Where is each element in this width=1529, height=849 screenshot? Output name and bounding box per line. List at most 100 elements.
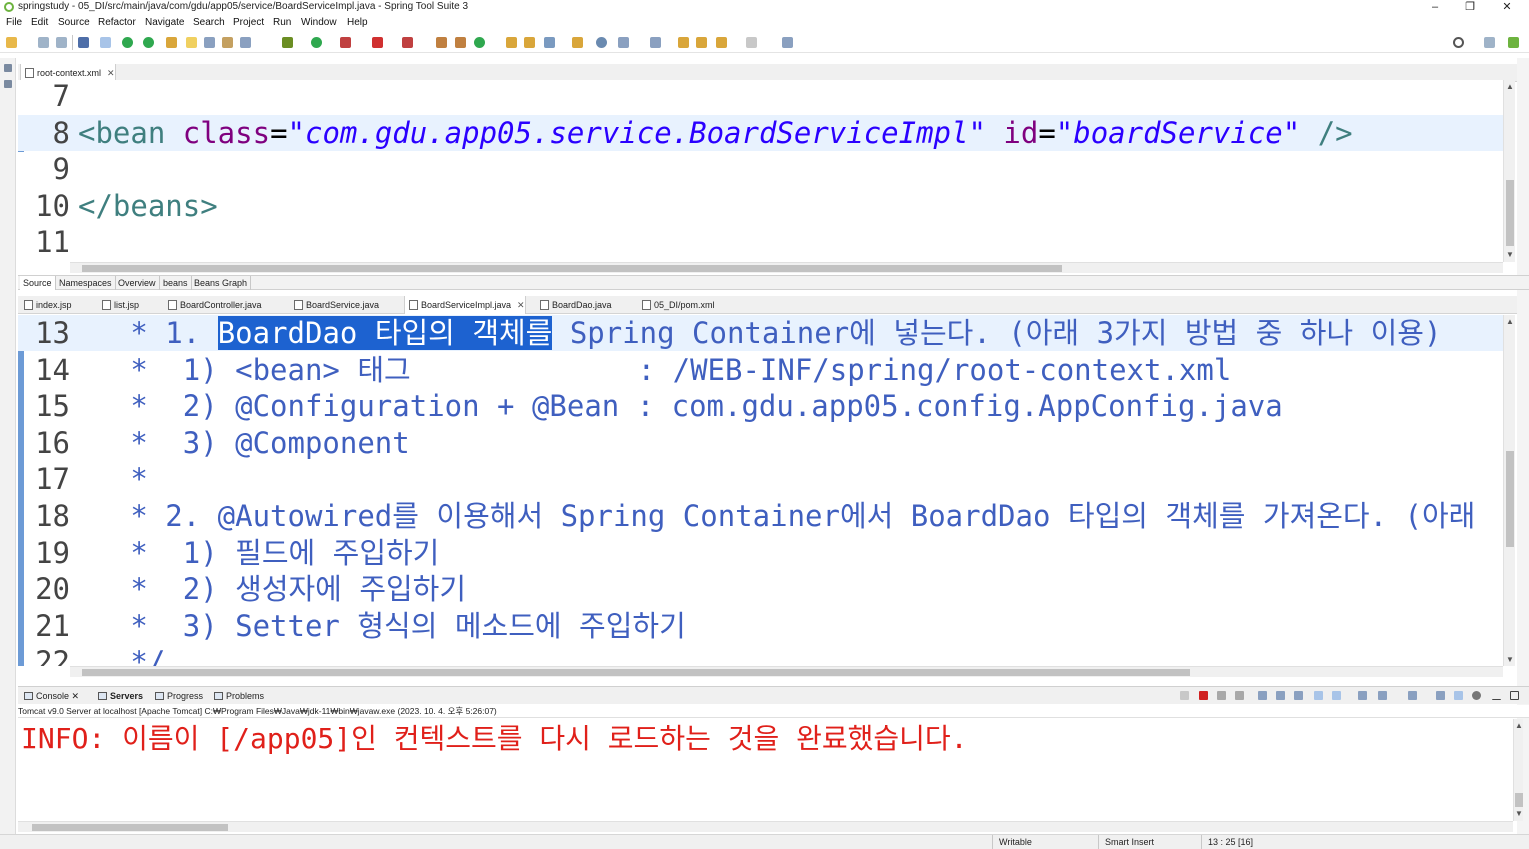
tab-servers[interactable]: Servers	[96, 687, 143, 705]
scroll-thumb[interactable]	[1506, 451, 1514, 547]
web-browser-icon[interactable]	[596, 37, 607, 48]
code-line[interactable]: 14 * 1) <bean> 태그 : /WEB-INF/spring/root…	[18, 352, 1503, 388]
save-all-icon[interactable]	[56, 37, 67, 48]
code-line[interactable]: 10 </beans>	[18, 188, 1503, 224]
package-explorer-icon[interactable]	[4, 64, 12, 72]
close-button[interactable]: ✕	[1492, 0, 1522, 14]
search-icon[interactable]	[1453, 37, 1464, 48]
save-icon[interactable]	[38, 37, 49, 48]
refresh-icon[interactable]	[143, 37, 154, 48]
subtab-namespaces[interactable]: Namespaces	[56, 276, 116, 290]
tab-list-jsp[interactable]: list.jsp	[98, 296, 139, 314]
code-line[interactable]: 7	[18, 80, 1503, 114]
menu-file[interactable]: File	[6, 15, 22, 31]
menu-source[interactable]: Source	[58, 15, 90, 31]
new-java-icon[interactable]	[436, 37, 447, 48]
open-resource-icon[interactable]	[572, 37, 583, 48]
tab-progress[interactable]: Progress	[153, 687, 203, 705]
minimize-view-icon[interactable]	[1492, 691, 1501, 700]
open-task-icon[interactable]	[524, 37, 535, 48]
remove-all-icon[interactable]	[1217, 691, 1226, 700]
java-editor-hscroll[interactable]	[70, 666, 1503, 677]
tab-problems[interactable]: Problems	[212, 687, 264, 705]
scroll-thumb[interactable]	[82, 265, 1062, 272]
stop-icon[interactable]	[372, 37, 383, 48]
scroll-up-icon[interactable]: ▲	[1515, 721, 1523, 730]
pilcrow-icon[interactable]	[240, 37, 251, 48]
code-line[interactable]: 21 * 3) Setter 형식의 메소드에 주입하기	[18, 608, 1503, 644]
code-line[interactable]: 8 <bean class="com.gdu.app05.service.Boar…	[18, 114, 1503, 151]
forward-icon[interactable]	[746, 37, 757, 48]
code-line[interactable]: 9	[18, 151, 1503, 187]
mark-icon[interactable]	[166, 37, 177, 48]
menu-help[interactable]: Help	[347, 15, 368, 31]
new-package-icon[interactable]	[455, 37, 466, 48]
scroll-thumb[interactable]	[1515, 793, 1523, 807]
pin-editor-icon[interactable]	[782, 37, 793, 48]
java-editor-vscroll[interactable]: ▲ ▼	[1503, 315, 1515, 666]
code-line[interactable]: 13 * 1. BoardDao 타입의 객체를 Spring Containe…	[18, 315, 1503, 351]
java-editor[interactable]: 13 * 1. BoardDao 타입의 객체를 Spring Containe…	[18, 315, 1503, 666]
scroll-down-icon[interactable]: ▼	[1506, 250, 1514, 259]
new-icon[interactable]	[6, 37, 17, 48]
subtab-beans-graph[interactable]: Beans Graph	[191, 276, 252, 290]
menu-window[interactable]: Window	[301, 15, 337, 31]
scroll-thumb[interactable]	[1506, 180, 1514, 246]
restore-button[interactable]: ❐	[1455, 0, 1485, 14]
debug-icon[interactable]	[282, 37, 293, 48]
display-console-icon[interactable]	[1378, 691, 1387, 700]
show-on-error-icon[interactable]	[1314, 691, 1323, 700]
menu-run[interactable]: Run	[273, 15, 291, 31]
gear-icon[interactable]	[1472, 691, 1481, 700]
run-icon[interactable]	[311, 37, 322, 48]
code-line[interactable]: 15 * 2) @Configuration + @Bean : com.gdu…	[18, 388, 1503, 424]
subtab-source[interactable]: Source	[20, 276, 56, 290]
xml-editor[interactable]: 7 8 <bean class="com.gdu.app05.service.Boa…	[18, 80, 1503, 262]
new-console-icon[interactable]	[1408, 691, 1417, 700]
search-tool-icon[interactable]	[544, 37, 555, 48]
terminal-icon[interactable]	[78, 37, 89, 48]
scroll-up-icon[interactable]: ▲	[1506, 317, 1514, 326]
code-line[interactable]: 11	[18, 224, 1503, 260]
console-vscroll[interactable]: ▲ ▼	[1513, 719, 1523, 821]
tab-board-dao[interactable]: BoardDao.java	[536, 296, 612, 314]
scroll-down-icon[interactable]: ▼	[1515, 809, 1523, 818]
code-line[interactable]: 16 * 3) @Component	[18, 425, 1503, 461]
scroll-up-icon[interactable]: ▲	[1506, 82, 1514, 91]
xml-editor-vscroll[interactable]: ▲ ▼	[1503, 80, 1515, 262]
tab-console[interactable]: Console ✕	[22, 687, 79, 705]
word-wrap-icon[interactable]	[1276, 691, 1285, 700]
toggle-icon[interactable]	[100, 37, 111, 48]
tab-index-jsp[interactable]: index.jsp	[20, 296, 72, 314]
code-line[interactable]: 20 * 2) 생성자에 주입하기	[18, 571, 1503, 607]
next-edit-icon[interactable]	[696, 37, 707, 48]
open-perspective-icon[interactable]	[1484, 37, 1495, 48]
filter-icon[interactable]	[1454, 691, 1463, 700]
tab-board-service-impl[interactable]: BoardServiceImpl.java ✕	[404, 296, 526, 314]
back-icon[interactable]	[716, 37, 727, 48]
block-icon[interactable]	[222, 37, 233, 48]
scroll-thumb[interactable]	[32, 824, 228, 831]
show-on-output-icon[interactable]	[1294, 691, 1303, 700]
minimize-button[interactable]: –	[1420, 0, 1450, 14]
format-icon[interactable]	[204, 37, 215, 48]
tab-pom-xml[interactable]: 05_DI/pom.xml	[638, 296, 715, 314]
perspective-icon[interactable]	[1508, 37, 1519, 48]
highlight-icon[interactable]	[186, 37, 197, 48]
maximize-view-icon[interactable]	[1510, 691, 1519, 700]
open-console-icon[interactable]	[1358, 691, 1367, 700]
outline-icon[interactable]	[4, 80, 12, 88]
view-menu-icon[interactable]	[1436, 691, 1445, 700]
menu-project[interactable]: Project	[233, 15, 264, 31]
scroll-down-icon[interactable]: ▼	[1506, 655, 1514, 664]
code-line[interactable]: 22 */	[18, 644, 1503, 666]
close-tab-icon[interactable]: ✕	[107, 68, 115, 78]
menu-search[interactable]: Search	[193, 15, 225, 31]
boot-icon[interactable]	[122, 37, 133, 48]
clear-icon[interactable]	[1235, 691, 1244, 700]
last-edit-icon[interactable]	[678, 37, 689, 48]
console-hscroll[interactable]	[18, 821, 1513, 832]
menu-edit[interactable]: Edit	[31, 15, 48, 31]
console-output[interactable]: INFO: 이름이 [/app05]인 컨텍스트를 다시 로드하는 것을 완료했…	[18, 719, 1513, 821]
code-line[interactable]: 18 * 2. @Autowired를 이용해서 Spring Containe…	[18, 498, 1503, 534]
